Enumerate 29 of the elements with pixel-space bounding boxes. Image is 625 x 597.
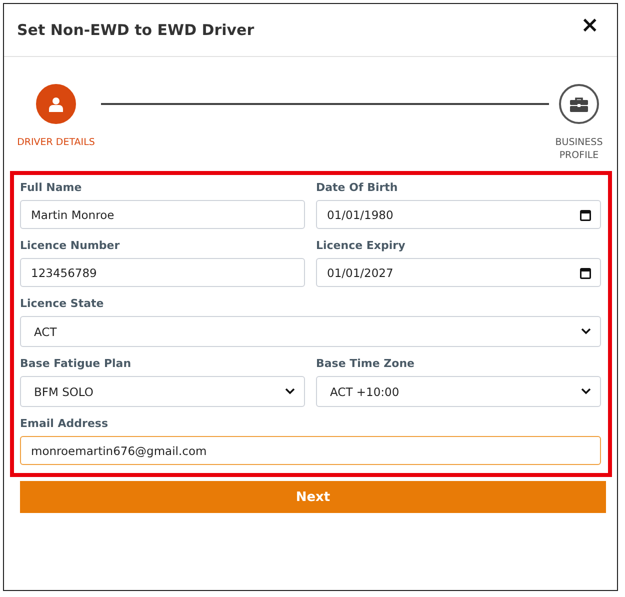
text-field[interactable]: Martin Monroe (20, 200, 305, 229)
select-field[interactable]: BFM SOLO (20, 376, 305, 407)
chevron-down-icon (581, 388, 591, 395)
chevron-down-icon (285, 388, 295, 395)
person-icon (49, 96, 63, 112)
field-label: Date Of Birth (316, 181, 399, 194)
step-label: BUSINESS PROFILE (554, 136, 604, 162)
select-field[interactable]: ACT (20, 316, 601, 347)
date-field[interactable]: 01/01/2027 (316, 258, 601, 287)
briefcase-icon (570, 96, 588, 112)
chevron-down-icon (581, 328, 591, 335)
field-label: Licence Expiry (316, 239, 406, 252)
field-label: Base Time Zone (316, 357, 416, 370)
step-label: DRIVER DETAILS (17, 136, 95, 149)
text-field[interactable]: 123456789 (20, 258, 305, 287)
calendar-icon[interactable] (580, 267, 591, 279)
close-button[interactable]: × (576, 15, 603, 37)
field-label: Licence State (20, 297, 105, 310)
text-field[interactable]: monroemartin676@gmail.com (20, 436, 601, 465)
step-circle[interactable] (559, 84, 599, 124)
date-field[interactable]: 01/01/1980 (316, 200, 601, 229)
field-label: Email Address (20, 417, 110, 430)
dialog-title: Set Non-EWD to EWD Driver (17, 21, 254, 39)
select-field[interactable]: ACT +10:00 (316, 376, 601, 407)
calendar-icon[interactable] (580, 209, 591, 221)
field-label: Licence Number (20, 239, 121, 252)
step-circle[interactable] (36, 84, 76, 124)
field-label: Base Fatigue Plan (20, 357, 132, 370)
field-label: Full Name (20, 181, 83, 194)
